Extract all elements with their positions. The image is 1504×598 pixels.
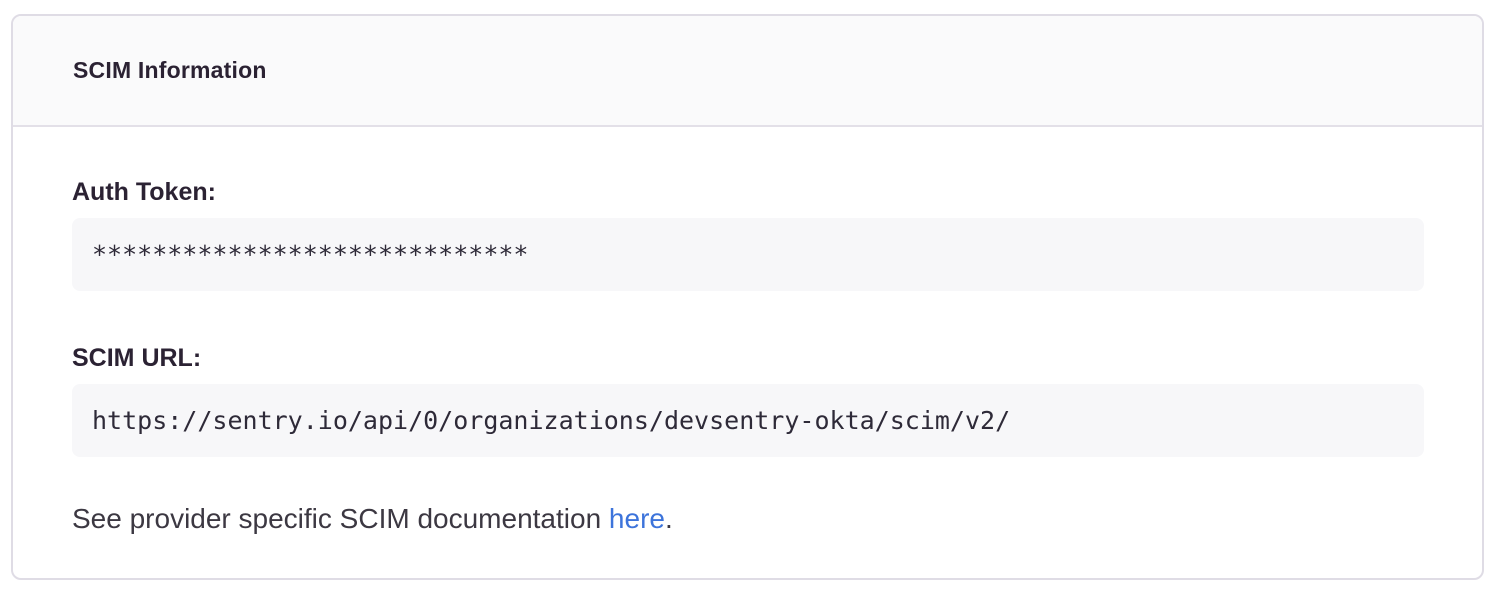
scim-url-field[interactable]: https://sentry.io/api/0/organizations/de… xyxy=(72,384,1424,457)
auth-token-field[interactable]: ***************************** xyxy=(72,218,1424,291)
panel-body: Auth Token: ****************************… xyxy=(13,127,1482,536)
scim-url-group: SCIM URL: https://sentry.io/api/0/organi… xyxy=(72,343,1424,457)
scim-information-panel: SCIM Information Auth Token: ***********… xyxy=(11,14,1484,580)
auth-token-label: Auth Token: xyxy=(72,177,1424,207)
scim-url-label: SCIM URL: xyxy=(72,343,1424,373)
documentation-note: See provider specific SCIM documentation… xyxy=(72,502,1424,536)
documentation-note-prefix: See provider specific SCIM documentation xyxy=(72,503,609,534)
documentation-note-suffix: . xyxy=(665,503,673,534)
panel-title: SCIM Information xyxy=(73,57,267,84)
scim-url-value: https://sentry.io/api/0/organizations/de… xyxy=(92,406,1010,435)
documentation-link[interactable]: here xyxy=(609,503,665,534)
auth-token-group: Auth Token: ****************************… xyxy=(72,177,1424,291)
auth-token-value: ***************************** xyxy=(92,240,529,269)
page: { "panel": { "title": "SCIM Information"… xyxy=(0,0,1504,598)
panel-header: SCIM Information xyxy=(13,16,1482,127)
